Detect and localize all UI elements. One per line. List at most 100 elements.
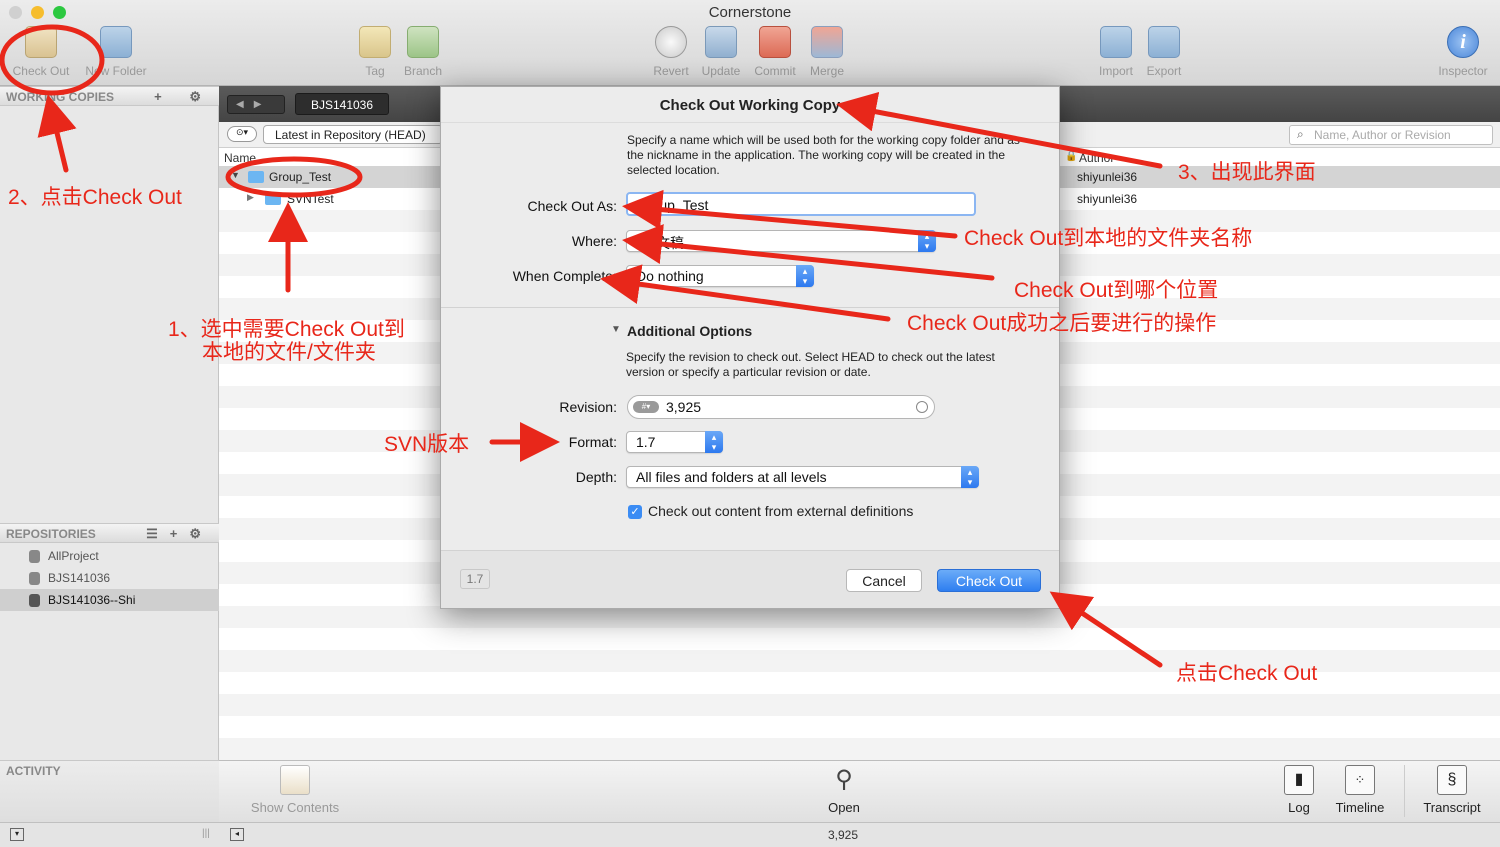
open-button[interactable]: ⚲ Open [819,765,869,815]
where-select[interactable]: 文稿 ▴ ▾ [626,230,936,252]
export-icon [1148,26,1180,58]
toggle-sidebar-icon[interactable]: ◂ [230,828,244,841]
annotation-step3: 3、出现此界面 [1178,161,1316,184]
branch-button[interactable]: Branch [400,26,446,78]
disclosure-triangle-open[interactable]: ▼ [611,324,621,335]
update-button[interactable]: Update [698,26,744,78]
merge-button[interactable]: Merge [806,26,848,78]
tree-item-name[interactable]: Group_Test [269,170,331,184]
dialog-footer: 1.7 Cancel Check Out [441,550,1059,608]
document-icon [280,765,310,795]
repositories-header: REPOSITORIES ☰+⚙ [0,523,219,543]
tag-button[interactable]: Tag [356,26,394,78]
import-icon [1100,26,1132,58]
commit-button[interactable]: Commit [750,26,800,78]
search-icon: ⌕ [1297,127,1304,141]
revert-button[interactable]: Revert [650,26,692,78]
revision-label: Revision: [559,399,617,415]
when-complete-select[interactable]: Do nothing ▴ ▾ [626,265,814,287]
check-out-dialog: Check Out Working Copy Specify a name wh… [440,86,1060,609]
repositories-tools[interactable]: ☰+⚙ [146,526,213,542]
chevron-updown-icon: ▴ ▾ [961,466,979,488]
commit-icon [759,26,791,58]
chevron-updown-icon: ▴ ▾ [796,265,814,287]
search-input[interactable]: ⌕ Name, Author or Revision [1289,125,1493,145]
toggle-activity-icon[interactable]: ▾ [10,828,24,841]
when-complete-label: When Complete: [512,268,617,284]
additional-options-header[interactable]: Additional Options [627,323,752,339]
import-button[interactable]: Import [1094,26,1138,78]
depth-select[interactable]: All files and folders at all levels ▴ ▾ [626,466,979,488]
where-label: Where: [571,233,617,249]
resize-handle[interactable]: ||| [202,828,210,839]
window-title: Cornerstone [708,4,792,21]
externals-checkbox[interactable]: ✓ [628,505,642,519]
table-row [219,694,1500,716]
options-description: Specify the revision to check out. Selec… [626,350,995,379]
transcript-button[interactable]: § Transcript [1417,765,1487,815]
disclosure-triangle-closed[interactable]: ▶ [247,192,254,203]
breadcrumb[interactable]: BJS141036 [295,93,389,115]
inspector-button[interactable]: i Inspector [1430,26,1496,78]
folder-icon [636,238,650,248]
dialog-title: Check Out Working Copy [441,87,1059,123]
annotation-name: Check Out到本地的文件夹名称 [964,227,1253,250]
magnifier-icon: ⚲ [835,766,853,793]
externals-label: Check out content from external definiti… [648,503,914,519]
calendar-icon[interactable] [916,401,928,413]
timeline-icon: ⁘ [1345,765,1375,795]
new-folder-icon [100,26,132,58]
check-out-button[interactable]: Check Out [8,26,74,78]
repository-item-selected[interactable]: BJS141036--Shi [0,589,219,611]
export-button[interactable]: Export [1142,26,1186,78]
merge-icon [811,26,843,58]
database-icon [29,550,40,563]
revision-field[interactable]: #▾ 3,925 [627,395,935,419]
author-column-header[interactable]: Author [1079,151,1114,165]
database-icon [29,572,40,585]
divider [1404,765,1405,817]
repository-item[interactable]: BJS141036 [0,567,219,589]
new-folder-button[interactable]: New Folder [80,26,152,78]
current-revision: 3,925 [828,828,859,842]
tree-item-author: shiyunlei36 [1077,192,1138,206]
table-row [219,628,1500,650]
update-icon [705,26,737,58]
check-out-as-field[interactable]: Group_Test [626,192,976,216]
filter-options-icon[interactable]: ⊙▾ [227,126,257,142]
version-badge: 1.7 [460,569,490,589]
log-button[interactable]: ▮ Log [1279,765,1319,815]
check-out-confirm-button[interactable]: Check Out [937,569,1041,592]
check-out-as-label: Check Out As: [527,198,617,214]
chevron-updown-icon: ▴ ▾ [705,431,723,453]
disclosure-triangle-open[interactable]: ▼ [231,170,240,180]
revision-type-icon[interactable]: #▾ [633,401,659,413]
check-out-icon [25,26,57,58]
bottom-toolbar: Show Contents ⚲ Open ▮ Log ⁘ Timeline § … [219,760,1500,822]
tree-item-author: shiyunlei36 [1077,170,1138,184]
branch-icon [407,26,439,58]
timeline-button[interactable]: ⁘ Timeline [1329,765,1391,815]
format-select[interactable]: 1.7 ▴ ▾ [626,431,723,453]
activity-section: ACTIVITY [0,760,219,822]
annotation-click: 点击Check Out [1176,662,1318,685]
back-forward-buttons[interactable]: ◀▶ [227,95,285,114]
filter-mode-select[interactable]: Latest in Repository (HEAD) [263,125,443,144]
annotation-svn: SVN版本 [384,433,470,456]
name-column-header[interactable]: Name [224,151,256,165]
repository-item[interactable]: AllProject [0,545,219,567]
lock-icon: 🔒 [1065,151,1078,162]
chevron-updown-icon: ▴ ▾ [918,230,936,252]
table-row [219,716,1500,738]
annotation-after: Check Out成功之后要进行的操作 [907,312,1217,335]
table-row [219,738,1500,760]
folder-icon [248,171,264,183]
show-contents-button[interactable]: Show Contents [239,765,351,815]
annotation-step2: 2、点击Check Out [8,186,182,209]
cancel-button[interactable]: Cancel [846,569,922,592]
tree-item-name[interactable]: SVNTest [287,192,334,206]
status-bar: ▾ ||| ◂ 3,925 [0,822,1500,847]
depth-label: Depth: [575,469,617,485]
working-copies-tools[interactable]: + ⚙ [154,89,213,105]
tag-icon [359,26,391,58]
